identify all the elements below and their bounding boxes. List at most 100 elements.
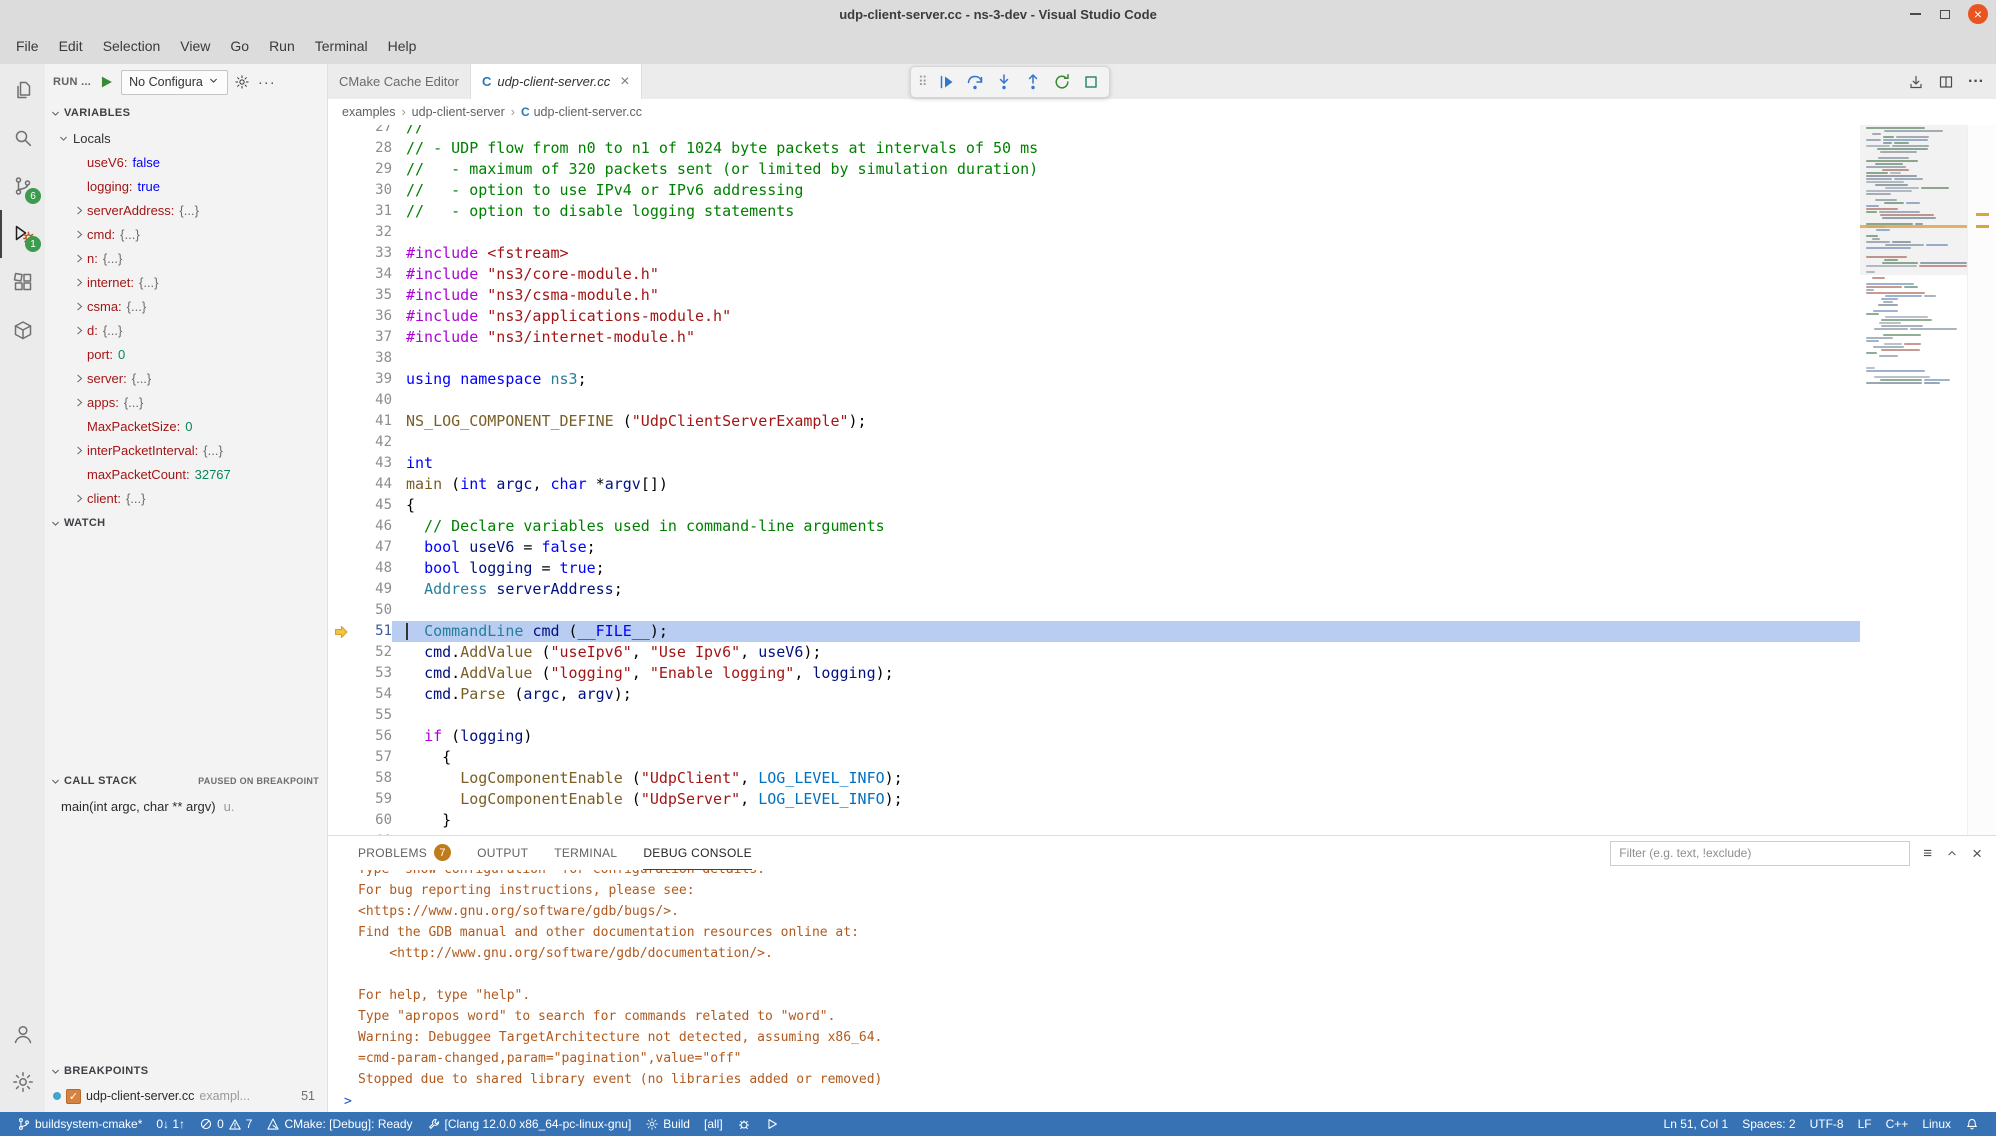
output-settings-icon[interactable]: ≡: [1923, 845, 1932, 862]
variable-row[interactable]: cmd:{...}: [45, 222, 327, 246]
editor-more-actions[interactable]: ···: [1968, 74, 1984, 90]
notifications-bell[interactable]: [1958, 1112, 1986, 1136]
split-editor-button[interactable]: [1938, 74, 1954, 90]
activity-search[interactable]: [0, 114, 45, 162]
code-line[interactable]: 29// - maximum of 320 packets sent (or l…: [328, 159, 1860, 180]
eol[interactable]: LF: [1851, 1112, 1879, 1136]
code-line[interactable]: 60 }: [328, 810, 1860, 831]
download-button[interactable]: [1908, 74, 1924, 90]
breadcrumb-item[interactable]: Cudp-client-server.cc: [521, 105, 642, 119]
variable-row[interactable]: port:0: [45, 342, 327, 366]
cmake-run-button[interactable]: [758, 1112, 786, 1136]
code-line[interactable]: 47 bool useV6 = false;: [328, 537, 1860, 558]
menu-file[interactable]: File: [6, 32, 49, 60]
console-filter-input[interactable]: [1610, 841, 1910, 866]
debug-settings-gear-icon[interactable]: [234, 74, 250, 90]
cmake-build-button[interactable]: Build: [638, 1112, 697, 1136]
scope-locals[interactable]: Locals: [45, 126, 327, 150]
activity-account[interactable]: [0, 1010, 45, 1058]
panel-tab-output[interactable]: OUTPUT: [477, 836, 528, 870]
code-line[interactable]: 39using namespace ns3;: [328, 369, 1860, 390]
stack-frame[interactable]: main(int argc, char ** argv)u.: [45, 794, 327, 818]
code-line[interactable]: 35#include "ns3/csma-module.h": [328, 285, 1860, 306]
close-button[interactable]: ×: [1968, 4, 1988, 24]
drag-handle-icon[interactable]: ⠿: [916, 74, 930, 90]
code-line[interactable]: 28// - UDP flow from n0 to n1 of 1024 by…: [328, 138, 1860, 159]
variable-row[interactable]: interPacketInterval:{...}: [45, 438, 327, 462]
encoding[interactable]: UTF-8: [1803, 1112, 1851, 1136]
code-line[interactable]: 30// - option to use IPv4 or IPv6 addres…: [328, 180, 1860, 201]
code-line[interactable]: 58 LogComponentEnable ("UdpClient", LOG_…: [328, 768, 1860, 789]
menu-view[interactable]: View: [170, 32, 220, 60]
debug-console-output[interactable]: Type "show configuration" for configurat…: [328, 870, 1996, 1112]
restart-button[interactable]: [1049, 69, 1075, 95]
variable-row[interactable]: MaxPacketSize:0: [45, 414, 327, 438]
tab-udp-client-server-cc[interactable]: Cudp-client-server.cc×: [471, 64, 642, 99]
step-over-button[interactable]: [962, 69, 988, 95]
overview-ruler[interactable]: [1967, 125, 1996, 835]
panel-tab-terminal[interactable]: TERMINAL: [554, 836, 617, 870]
view-more-actions-button[interactable]: ···: [256, 74, 278, 91]
code-line[interactable]: 36#include "ns3/applications-module.h": [328, 306, 1860, 327]
activity-source-control[interactable]: 6: [0, 162, 45, 210]
call-stack-header[interactable]: CALL STACK PAUSED ON BREAKPOINT: [45, 768, 327, 794]
breadcrumb-item[interactable]: udp-client-server: [412, 105, 505, 119]
code-line[interactable]: 61: [328, 831, 1860, 835]
code-line[interactable]: 27//: [328, 125, 1860, 138]
language-mode[interactable]: C++: [1879, 1112, 1916, 1136]
variable-row[interactable]: apps:{...}: [45, 390, 327, 414]
step-out-button[interactable]: [1020, 69, 1046, 95]
breadcrumb-item[interactable]: examples: [342, 105, 396, 119]
activity-package-explorer[interactable]: [0, 306, 45, 354]
activity-settings[interactable]: [0, 1058, 45, 1106]
menu-go[interactable]: Go: [220, 32, 259, 60]
continue-button[interactable]: [933, 69, 959, 95]
activity-run-and-debug[interactable]: 1: [0, 210, 45, 258]
variable-row[interactable]: useV6:false: [45, 150, 327, 174]
git-branch-status[interactable]: buildsystem-cmake*: [10, 1112, 149, 1136]
breakpoints-header[interactable]: BREAKPOINTS: [45, 1058, 327, 1084]
code-line[interactable]: 48 bool logging = true;: [328, 558, 1860, 579]
menu-selection[interactable]: Selection: [93, 32, 171, 60]
code-line[interactable]: 33#include <fstream>: [328, 243, 1860, 264]
minimap-slider[interactable]: [1860, 125, 1967, 275]
code-line[interactable]: 37#include "ns3/internet-module.h": [328, 327, 1860, 348]
maximize-panel-chevron-icon[interactable]: [1945, 846, 1959, 860]
code-line[interactable]: 56 if (logging): [328, 726, 1860, 747]
code-line[interactable]: 51 CommandLine cmd (__FILE__);: [328, 621, 1860, 642]
menu-edit[interactable]: Edit: [49, 32, 93, 60]
code-line[interactable]: 42: [328, 432, 1860, 453]
code-line[interactable]: 50: [328, 600, 1860, 621]
panel-tab-problems[interactable]: PROBLEMS7: [358, 836, 451, 870]
git-sync-status[interactable]: 0↓ 1↑: [149, 1112, 192, 1136]
minimize-button[interactable]: [1908, 7, 1922, 21]
activity-explorer[interactable]: [0, 66, 45, 114]
code-line[interactable]: 59 LogComponentEnable ("UdpServer", LOG_…: [328, 789, 1860, 810]
watch-header[interactable]: WATCH: [45, 510, 327, 536]
code-line[interactable]: 40: [328, 390, 1860, 411]
minimap[interactable]: [1860, 125, 1967, 835]
stop-button[interactable]: [1078, 69, 1104, 95]
code-line[interactable]: 54 cmd.Parse (argc, argv);: [328, 684, 1860, 705]
start-debugging-button[interactable]: [97, 73, 115, 91]
variable-row[interactable]: internet:{...}: [45, 270, 327, 294]
code-line[interactable]: 38: [328, 348, 1860, 369]
cmake-debug-button[interactable]: [730, 1112, 758, 1136]
debug-config-dropdown[interactable]: No Configura: [121, 70, 228, 95]
code-line[interactable]: 43int: [328, 453, 1860, 474]
variable-row[interactable]: maxPacketCount:32767: [45, 462, 327, 486]
close-icon[interactable]: ×: [620, 74, 629, 90]
code-line[interactable]: 53 cmd.AddValue ("logging", "Enable logg…: [328, 663, 1860, 684]
indentation[interactable]: Spaces: 2: [1735, 1112, 1802, 1136]
panel-tab-debug-console[interactable]: DEBUG CONSOLE: [643, 836, 752, 870]
code-line[interactable]: 44main (int argc, char *argv[]): [328, 474, 1860, 495]
code-line[interactable]: 57 {: [328, 747, 1860, 768]
variable-row[interactable]: n:{...}: [45, 246, 327, 270]
problems-status[interactable]: 07: [192, 1112, 259, 1136]
code-line[interactable]: 31// - option to disable logging stateme…: [328, 201, 1860, 222]
code-line[interactable]: 46 // Declare variables used in command-…: [328, 516, 1860, 537]
activity-extensions[interactable]: [0, 258, 45, 306]
cmake-build-target[interactable]: [all]: [697, 1112, 730, 1136]
menu-run[interactable]: Run: [259, 32, 305, 60]
cmake-kit-status[interactable]: [Clang 12.0.0 x86_64-pc-linux-gnu]: [420, 1112, 639, 1136]
